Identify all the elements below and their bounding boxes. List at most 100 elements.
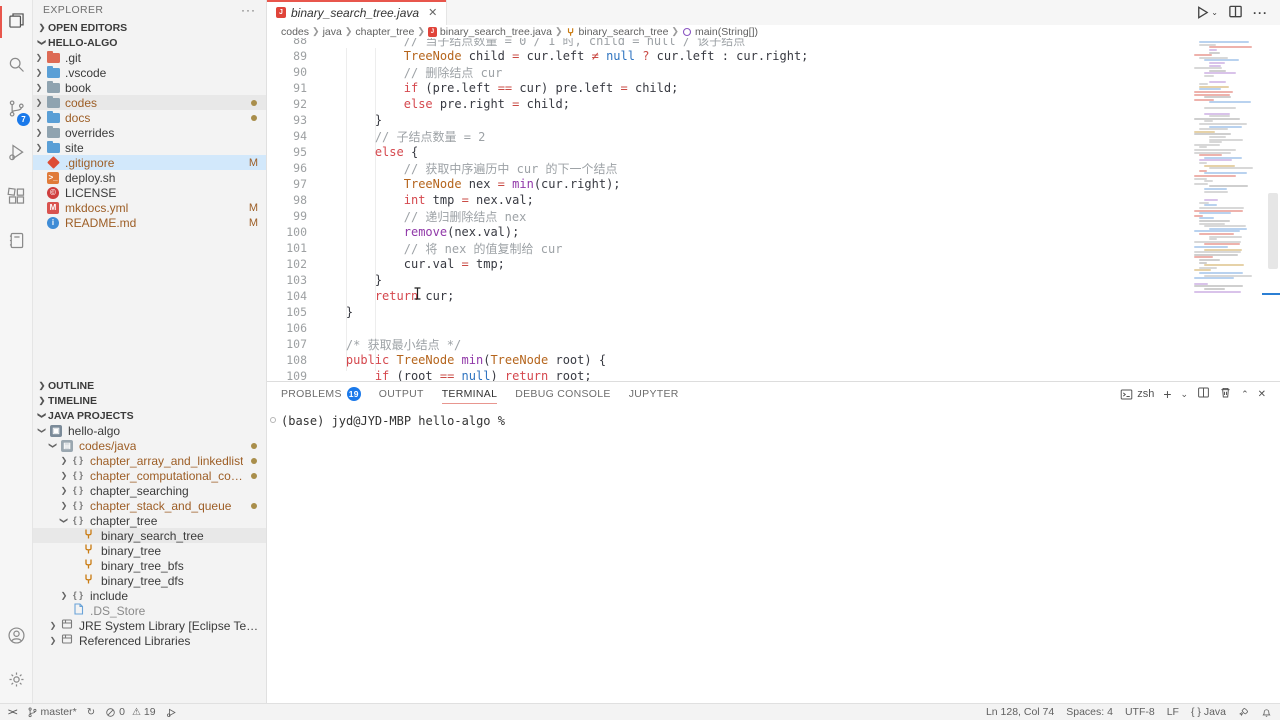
code-line-96[interactable]: 96// 获取中序遍历中 cur 的下一个结点 [267, 160, 1266, 176]
java-tree-item-chapter-computational-complexity[interactable]: ❯{ }chapter_computational_complexity [33, 468, 266, 483]
java-tree-item-chapter-stack-and-queue[interactable]: ❯{ }chapter_stack_and_queue [33, 498, 266, 513]
code-line-108[interactable]: 108public TreeNode min(TreeNode root) { [267, 352, 1266, 368]
panel-tab-terminal[interactable]: TERMINAL [442, 382, 498, 406]
code-line-90[interactable]: 90// 删除结点 cur [267, 64, 1266, 80]
source-control-activity-button[interactable]: 7 [0, 88, 33, 132]
tree-item-site[interactable]: ❯site [33, 140, 266, 155]
code-line-89[interactable]: 89TreeNode child = cur.left ≠ null ? cur… [267, 48, 1266, 64]
terminal-shell-picker[interactable]: zsh [1120, 388, 1154, 401]
code-line-104[interactable]: 104return cur; [267, 288, 1266, 304]
search-activity-button[interactable] [0, 44, 33, 88]
cursor-position-status[interactable]: Ln 128, Col 74 [986, 706, 1054, 718]
run-debug-activity-button[interactable] [0, 132, 33, 176]
panel-tab-jupyter[interactable]: JUPYTER [629, 382, 679, 406]
git-branch-status[interactable]: master* [27, 706, 77, 718]
accounts-button[interactable] [0, 615, 33, 659]
java-tree-item-binary-tree-dfs[interactable]: binary_tree_dfs [33, 573, 266, 588]
tree-item-docs[interactable]: ❯docs [33, 110, 266, 125]
tree-item-mkdocs-yml[interactable]: Mmkdocs.ymlM [33, 200, 266, 215]
notebook-activity-button[interactable] [0, 220, 33, 264]
explorer-more-actions[interactable]: ··· [241, 3, 256, 17]
terminal[interactable]: (base) jyd@JYD-MBP hello-algo % [267, 406, 1280, 428]
tree-item-license[interactable]: ©LICENSE [33, 185, 266, 200]
run-button[interactable]: ⌄ [1195, 5, 1218, 20]
code-line-107[interactable]: 107/* 获取最小结点 */ [267, 336, 1266, 352]
breadcrumb-item-chapter-tree[interactable]: chapter_tree [355, 26, 414, 38]
java-tree-item-hello-algo[interactable]: ❯▣hello-algo [33, 423, 266, 438]
indentation-status[interactable]: Spaces: 4 [1066, 706, 1113, 718]
close-panel-button[interactable]: ✕ [1258, 389, 1266, 400]
breadcrumb-item-binary-search-tree-java[interactable]: Jbinary_search_tree.java [428, 26, 552, 38]
java-tree-item-binary-tree-bfs[interactable]: binary_tree_bfs [33, 558, 266, 573]
workspace-root-header[interactable]: ❯ HELLO-ALGO [33, 35, 266, 50]
minimap[interactable] [1194, 33, 1266, 295]
java-tree-item-referenced-libraries[interactable]: ❯Referenced Libraries [33, 633, 266, 648]
new-terminal-button[interactable]: + [1163, 386, 1171, 402]
code-line-103[interactable]: 103} [267, 272, 1266, 288]
eol-status[interactable]: LF [1167, 706, 1179, 718]
debug-status-icon[interactable] [166, 707, 177, 718]
sync-button[interactable]: ↻ [87, 707, 95, 718]
breadcrumb-item-main-string[interactable]: main(String[]) [682, 26, 758, 38]
tree-item-codes[interactable]: ❯codes [33, 95, 266, 110]
java-server-mode-icon[interactable] [1238, 707, 1249, 718]
code-line-91[interactable]: 91if (pre.left == cur) pre.left = child; [267, 80, 1266, 96]
panel-tab-debug-console[interactable]: DEBUG CONSOLE [515, 382, 611, 406]
java-tree-item-ds-store[interactable]: .DS_Store [33, 603, 266, 618]
tree-item-deploy-sh[interactable]: >_deploy.sh [33, 170, 266, 185]
open-editors-header[interactable]: ❯ OPEN EDITORS [33, 20, 266, 35]
breadcrumb-item-codes[interactable]: codes [281, 26, 309, 38]
notifications-bell-icon[interactable] [1261, 707, 1272, 718]
tree-item-overrides[interactable]: ❯overrides [33, 125, 266, 140]
java-tree-item-include[interactable]: ❯{ }include [33, 588, 266, 603]
code-line-94[interactable]: 94// 子结点数量 = 2 [267, 128, 1266, 144]
code-editor[interactable]: 88// 当子结点数量 = 0 / 1 时, child = null / 该子… [267, 38, 1266, 381]
java-tree-item-binary-search-tree[interactable]: binary_search_tree [33, 528, 266, 543]
run-dropdown-icon[interactable]: ⌄ [1211, 8, 1218, 17]
maximize-panel-button[interactable]: ⌃ [1241, 389, 1249, 400]
language-mode-status[interactable]: { } Java [1191, 706, 1226, 718]
tree-item-book[interactable]: ❯book [33, 80, 266, 95]
tree-item-vscode[interactable]: ❯.vscode [33, 65, 266, 80]
code-line-92[interactable]: 92else pre.right = child; [267, 96, 1266, 112]
code-line-100[interactable]: 100remove(nex.val); [267, 224, 1266, 240]
editor-scrollbar[interactable] [1266, 25, 1280, 381]
split-editor-button[interactable] [1228, 4, 1243, 22]
terminal-dropdown-icon[interactable]: ⌄ [1181, 389, 1189, 400]
remote-indicator[interactable]: >< [8, 707, 17, 717]
tree-item-gitignore[interactable]: .gitignoreM [33, 155, 266, 170]
java-tree-item-chapter-searching[interactable]: ❯{ }chapter_searching [33, 483, 266, 498]
java-tree-item-chapter-array-and-linkedlist[interactable]: ❯{ }chapter_array_and_linkedlist [33, 453, 266, 468]
code-line-101[interactable]: 101// 将 nex 的值复制给 cur [267, 240, 1266, 256]
code-line-97[interactable]: 97TreeNode nex = min(cur.right); [267, 176, 1266, 192]
outline-header[interactable]: ❯ OUTLINE [33, 378, 266, 393]
code-line-106[interactable]: 106 [267, 320, 1266, 336]
java-tree-item-codes-java[interactable]: ❯▤codes/java [33, 438, 266, 453]
code-line-98[interactable]: 98int tmp = nex.val; [267, 192, 1266, 208]
kill-terminal-button[interactable] [1219, 386, 1232, 402]
tab-binary-search-tree[interactable]: J binary_search_tree.java ✕ [267, 0, 447, 25]
panel-tab-problems[interactable]: PROBLEMS19 [281, 382, 361, 406]
explorer-activity-button[interactable] [0, 0, 33, 44]
code-line-109[interactable]: 109if (root == null) return root; [267, 368, 1266, 381]
tree-item-git[interactable]: ❯.git [33, 50, 266, 65]
java-tree-item-chapter-tree[interactable]: ❯{ }chapter_tree [33, 513, 266, 528]
breadcrumb-item-java[interactable]: java [323, 26, 342, 38]
code-line-102[interactable]: 102cur.val = tmp; [267, 256, 1266, 272]
code-line-88[interactable]: 88// 当子结点数量 = 0 / 1 时, child = null / 该子… [267, 38, 1266, 48]
timeline-header[interactable]: ❯ TIMELINE [33, 393, 266, 408]
encoding-status[interactable]: UTF-8 [1125, 706, 1155, 718]
extensions-activity-button[interactable] [0, 176, 33, 220]
java-projects-header[interactable]: ❯ JAVA PROJECTS [33, 408, 266, 423]
panel-tab-output[interactable]: OUTPUT [379, 382, 424, 406]
tree-item-readme-md[interactable]: iREADME.mdM [33, 215, 266, 230]
breadcrumb-item-binary-search-tree[interactable]: binary_search_tree [566, 26, 669, 38]
code-line-93[interactable]: 93} [267, 112, 1266, 128]
problems-status[interactable]: 0 ⚠ 19 [105, 706, 156, 718]
more-actions-button[interactable]: ··· [1253, 6, 1268, 20]
java-tree-item-jre-system-library-eclipse-temurin-17-17[interactable]: ❯JRE System Library [Eclipse Temurin 17 … [33, 618, 266, 633]
java-tree-item-binary-tree[interactable]: binary_tree [33, 543, 266, 558]
split-terminal-button[interactable] [1197, 386, 1210, 402]
code-line-95[interactable]: 95else { [267, 144, 1266, 160]
code-line-99[interactable]: 99// 递归删除结点 nex [267, 208, 1266, 224]
